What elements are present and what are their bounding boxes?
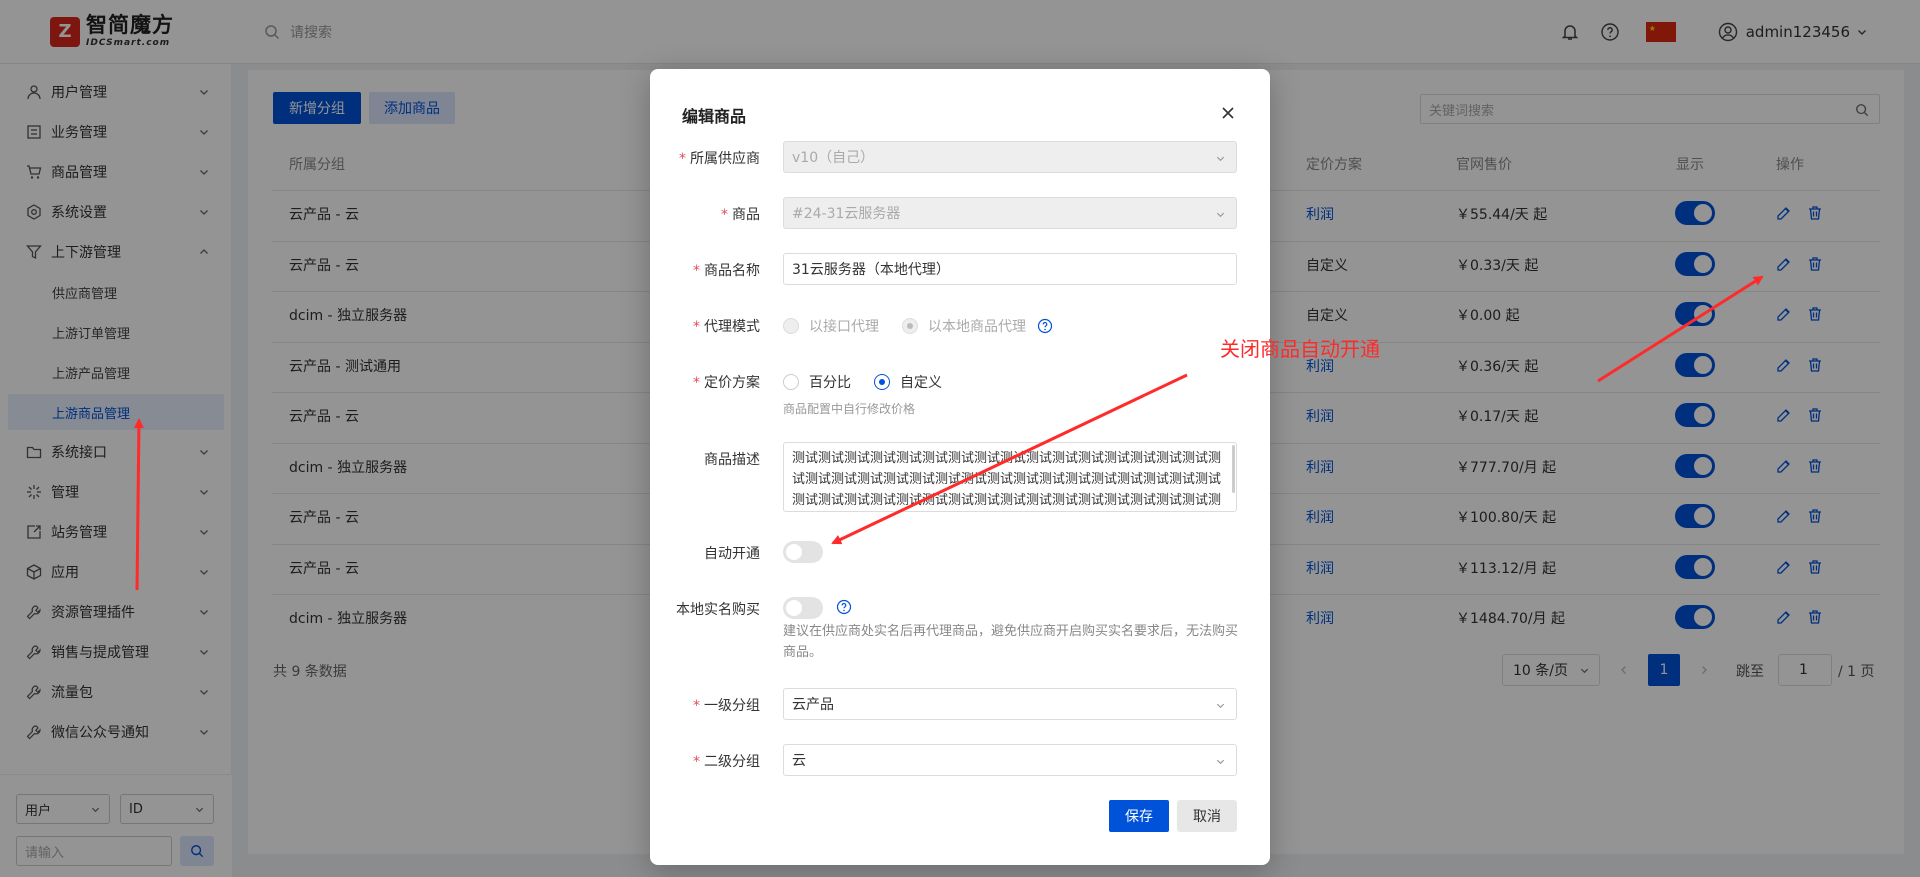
chevron-down-icon xyxy=(1216,759,1225,765)
product-name-value: 31云服务器（本地代理） xyxy=(792,262,950,278)
description-label: 商品描述 xyxy=(704,452,760,468)
radio-dot xyxy=(902,318,918,334)
required-mark: * xyxy=(721,207,728,223)
radio-dot xyxy=(783,374,799,390)
chevron-down-icon xyxy=(1216,156,1225,162)
second-group-select[interactable]: 云 xyxy=(783,744,1237,776)
realname-hint: 建议在供应商处实名后再代理商品，避免供应商开启购买实名要求后，无法购买商品。 xyxy=(783,624,1239,660)
first-group-label: * 一级分组 xyxy=(693,698,760,714)
proxy-mode-local-radio[interactable]: 以本地商品代理 xyxy=(902,316,1026,336)
supplier-select[interactable]: v10（自己） xyxy=(783,141,1237,173)
dialog-title: 编辑商品 xyxy=(682,107,747,126)
realname-purchase-label: 本地实名购买 xyxy=(676,602,760,618)
proxy-mode-label: * 代理模式 xyxy=(693,319,760,335)
required-mark: * xyxy=(693,754,700,770)
auto-open-toggle[interactable] xyxy=(783,541,823,563)
required-mark: * xyxy=(693,698,700,714)
cancel-button[interactable]: 取消 xyxy=(1177,800,1237,832)
pricing-percent-radio[interactable]: 百分比 xyxy=(783,372,851,392)
second-group-value: 云 xyxy=(792,753,806,769)
edit-product-dialog: 编辑商品 * 所属供应商 v10（自己） * 商品 #24-31云服务器 * 商品名称… xyxy=(650,69,1270,865)
product-name-label: * 商品名称 xyxy=(693,263,760,279)
required-mark: * xyxy=(693,375,700,391)
realname-purchase-toggle[interactable] xyxy=(783,597,823,619)
required-mark: * xyxy=(679,151,686,167)
product-select[interactable]: #24-31云服务器 xyxy=(783,197,1237,229)
product-name-input[interactable]: 31云服务器（本地代理） xyxy=(783,253,1237,285)
product-label: * 商品 xyxy=(721,207,760,223)
save-button[interactable]: 保存 xyxy=(1109,800,1169,832)
required-mark: * xyxy=(693,319,700,335)
chevron-down-icon xyxy=(1216,212,1225,218)
supplier-label: * 所属供应商 xyxy=(679,151,760,167)
radio-dot xyxy=(874,374,890,390)
annotation-text: 关闭商品自动开通 xyxy=(1220,337,1380,361)
description-scrollbar[interactable] xyxy=(1232,445,1235,493)
help-icon[interactable] xyxy=(1037,318,1053,334)
close-icon[interactable] xyxy=(1220,105,1236,121)
required-mark: * xyxy=(693,263,700,279)
chevron-down-icon xyxy=(1216,703,1225,709)
product-value: #24-31云服务器 xyxy=(792,206,901,222)
description-textarea[interactable]: 测试测试测试测试测试测试测试测试测试测试测试测试测试测试测试测试测试测试测试测试… xyxy=(783,442,1237,512)
help-icon[interactable] xyxy=(836,599,852,615)
auto-open-label: 自动开通 xyxy=(704,546,760,562)
pricing-hint: 商品配置中自行修改价格 xyxy=(783,402,916,416)
proxy-mode-api-radio[interactable]: 以接口代理 xyxy=(783,316,879,336)
first-group-select[interactable]: 云产品 xyxy=(783,688,1237,720)
pricing-custom-radio[interactable]: 自定义 xyxy=(874,372,942,392)
pricing-label: * 定价方案 xyxy=(693,375,760,391)
second-group-label: * 二级分组 xyxy=(693,754,760,770)
supplier-value: v10（自己） xyxy=(792,150,875,166)
first-group-value: 云产品 xyxy=(792,697,834,713)
radio-dot xyxy=(783,318,799,334)
